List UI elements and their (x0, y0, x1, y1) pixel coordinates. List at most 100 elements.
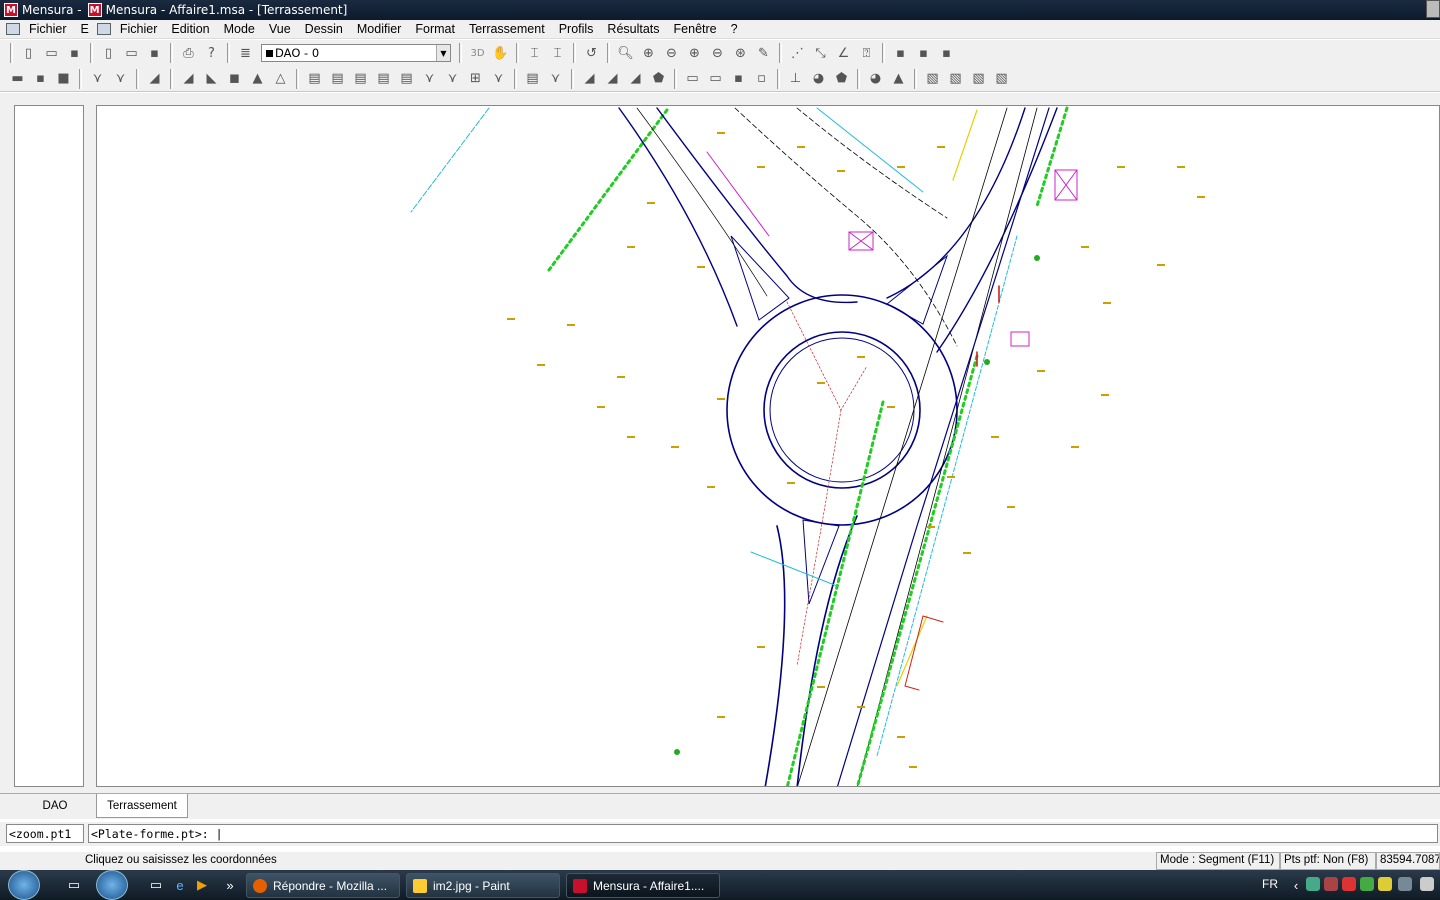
menu-resultats[interactable]: Résultats (600, 22, 666, 36)
toolbar-grip[interactable] (10, 43, 13, 63)
ie-icon[interactable]: e (172, 877, 188, 893)
axis-4-icon[interactable]: ⬟ (649, 69, 669, 89)
zoom-window-icon[interactable]: ⊕ (639, 43, 659, 63)
menu-help[interactable]: ? (724, 22, 745, 36)
save-icon[interactable]: ▪ (65, 43, 85, 63)
point-query-icon[interactable]: ⋰ (788, 43, 808, 63)
window-cascade-icon[interactable]: ▪ (891, 43, 911, 63)
menu-mode[interactable]: Mode (217, 22, 262, 36)
snap-text-icon[interactable]: ⌶ (525, 43, 545, 63)
toolbar-grip[interactable] (882, 43, 885, 63)
window-arrange-icon[interactable]: ▪ (937, 43, 957, 63)
new-file-icon[interactable]: ▯ (19, 43, 39, 63)
profile-2-icon[interactable]: ▤ (328, 69, 348, 89)
chevron-down-icon[interactable]: ▼ (436, 45, 450, 61)
profile-7-icon[interactable]: ⋎ (443, 69, 463, 89)
tab-terrassement[interactable]: Terrassement (96, 794, 188, 818)
toolbar-grip[interactable] (90, 43, 93, 63)
toolbar-grip[interactable] (571, 68, 574, 89)
tray-app-icon-1[interactable] (1324, 877, 1338, 891)
profile-5-icon[interactable]: ▤ (397, 69, 417, 89)
toolbar-grip[interactable] (607, 43, 610, 63)
menu-fichier[interactable]: Fichier (113, 22, 165, 36)
drawing-canvas[interactable] (96, 105, 1440, 787)
mound-edit-icon[interactable]: △ (271, 69, 291, 89)
toolbar-grip[interactable] (779, 43, 782, 63)
window-tile-icon[interactable]: ▪ (914, 43, 934, 63)
menu-format[interactable]: Format (408, 22, 462, 36)
tray-app-icon-3[interactable] (1360, 877, 1374, 891)
toolbar-grip[interactable] (459, 43, 462, 63)
help-pointer-icon[interactable]: ? (202, 43, 222, 63)
axis-3-icon[interactable]: ◢ (626, 69, 646, 89)
open-drawing-icon[interactable]: ▭ (122, 43, 142, 63)
layers-icon[interactable]: ≣ (236, 43, 256, 63)
zoom-icon[interactable]: 🔍︎ (616, 43, 636, 63)
display-1-icon[interactable]: ▭ (683, 69, 703, 89)
section-edit-icon[interactable]: ⋎ (546, 69, 566, 89)
platform-delete-icon[interactable]: ■ (54, 69, 74, 89)
windows-orb-icon[interactable] (96, 870, 128, 900)
axis-1-icon[interactable]: ◢ (580, 69, 600, 89)
profile-6-icon[interactable]: ⋎ (420, 69, 440, 89)
command-input[interactable]: <Plate-forme.pt>: | (88, 824, 1438, 843)
axis-2-icon[interactable]: ◢ (603, 69, 623, 89)
calc-2-icon[interactable]: ◕ (809, 69, 829, 89)
language-indicator[interactable]: FR (1262, 877, 1278, 891)
toolbar-grip[interactable] (170, 43, 173, 63)
slope-icon[interactable]: ◣ (202, 69, 222, 89)
view-3d-button[interactable]: 3D (468, 43, 488, 63)
zoom-in-icon[interactable]: ⊕ (685, 43, 705, 63)
new-drawing-icon[interactable]: ▯ (99, 43, 119, 63)
snap-grid-icon[interactable]: ⌶ (548, 43, 568, 63)
start-button[interactable] (8, 870, 40, 900)
taskbar-item-firefox[interactable]: Répondre - Mozilla ... (246, 873, 400, 898)
menu-terrassement[interactable]: Terrassement (462, 22, 552, 36)
toolbar-grip[interactable] (514, 68, 517, 89)
tray-app-icon-4[interactable] (1378, 877, 1392, 891)
open-folder-icon[interactable]: ▭ (42, 43, 62, 63)
taskbar-item-mensura[interactable]: Mensura - Affaire1.... (566, 873, 720, 898)
profile-8-icon[interactable]: ⊞ (466, 69, 486, 89)
section-icon[interactable]: ▤ (523, 69, 543, 89)
menu-vue[interactable]: Vue (262, 22, 298, 36)
report-4-icon[interactable]: ▧ (992, 69, 1012, 89)
tray-monitor-icon[interactable] (1398, 877, 1412, 891)
platform-icon[interactable]: ▬ (8, 69, 28, 89)
cut-icon[interactable]: ◢ (145, 69, 165, 89)
result-2-icon[interactable]: ▲ (889, 69, 909, 89)
menu-profils[interactable]: Profils (552, 22, 601, 36)
menu-outer-fichier[interactable]: Fichier (22, 22, 74, 36)
side-panel[interactable] (14, 105, 84, 787)
talus-edit-icon[interactable]: ⋎ (111, 69, 131, 89)
result-1-icon[interactable]: ◕ (866, 69, 886, 89)
profile-9-icon[interactable]: ⋎ (489, 69, 509, 89)
calc-1-icon[interactable]: ⊥ (786, 69, 806, 89)
toolbar-grip[interactable] (674, 68, 677, 89)
toolbar-grip[interactable] (296, 68, 299, 89)
mound-icon[interactable]: ▲ (248, 69, 268, 89)
tray-expand-icon[interactable]: ‹ (1288, 877, 1304, 893)
taskbar-item-paint[interactable]: im2.jpg - Paint (406, 873, 560, 898)
show-desktop-icon[interactable]: ▭ (66, 877, 82, 893)
toolbar-grip[interactable] (227, 43, 230, 63)
volume-icon[interactable]: ◼ (225, 69, 245, 89)
fill-icon[interactable]: ◢ (179, 69, 199, 89)
print-icon[interactable]: ⎙ (179, 43, 199, 63)
platform-edit-icon[interactable]: ▪ (31, 69, 51, 89)
menu-modifier[interactable]: Modifier (350, 22, 408, 36)
layer-select[interactable]: DAO - 0 ▼ (261, 44, 451, 62)
tab-dao[interactable]: DAO (14, 794, 96, 818)
redraw-icon[interactable]: ↺ (582, 43, 602, 63)
zoom-extents-icon[interactable]: ⊖ (662, 43, 682, 63)
distance-query-icon[interactable]: ⤡ (811, 43, 831, 63)
menu-edition[interactable]: Edition (164, 22, 216, 36)
tray-volume-icon[interactable] (1420, 877, 1434, 891)
toolbar-grip[interactable] (170, 68, 173, 89)
media-player-icon[interactable]: ▶ (194, 877, 210, 893)
zoom-out-icon[interactable]: ⊖ (708, 43, 728, 63)
tray-network-icon[interactable] (1306, 877, 1320, 891)
profile-4-icon[interactable]: ▤ (374, 69, 394, 89)
angle-query-icon[interactable]: ∠ (834, 43, 854, 63)
display-2-icon[interactable]: ▭ (706, 69, 726, 89)
